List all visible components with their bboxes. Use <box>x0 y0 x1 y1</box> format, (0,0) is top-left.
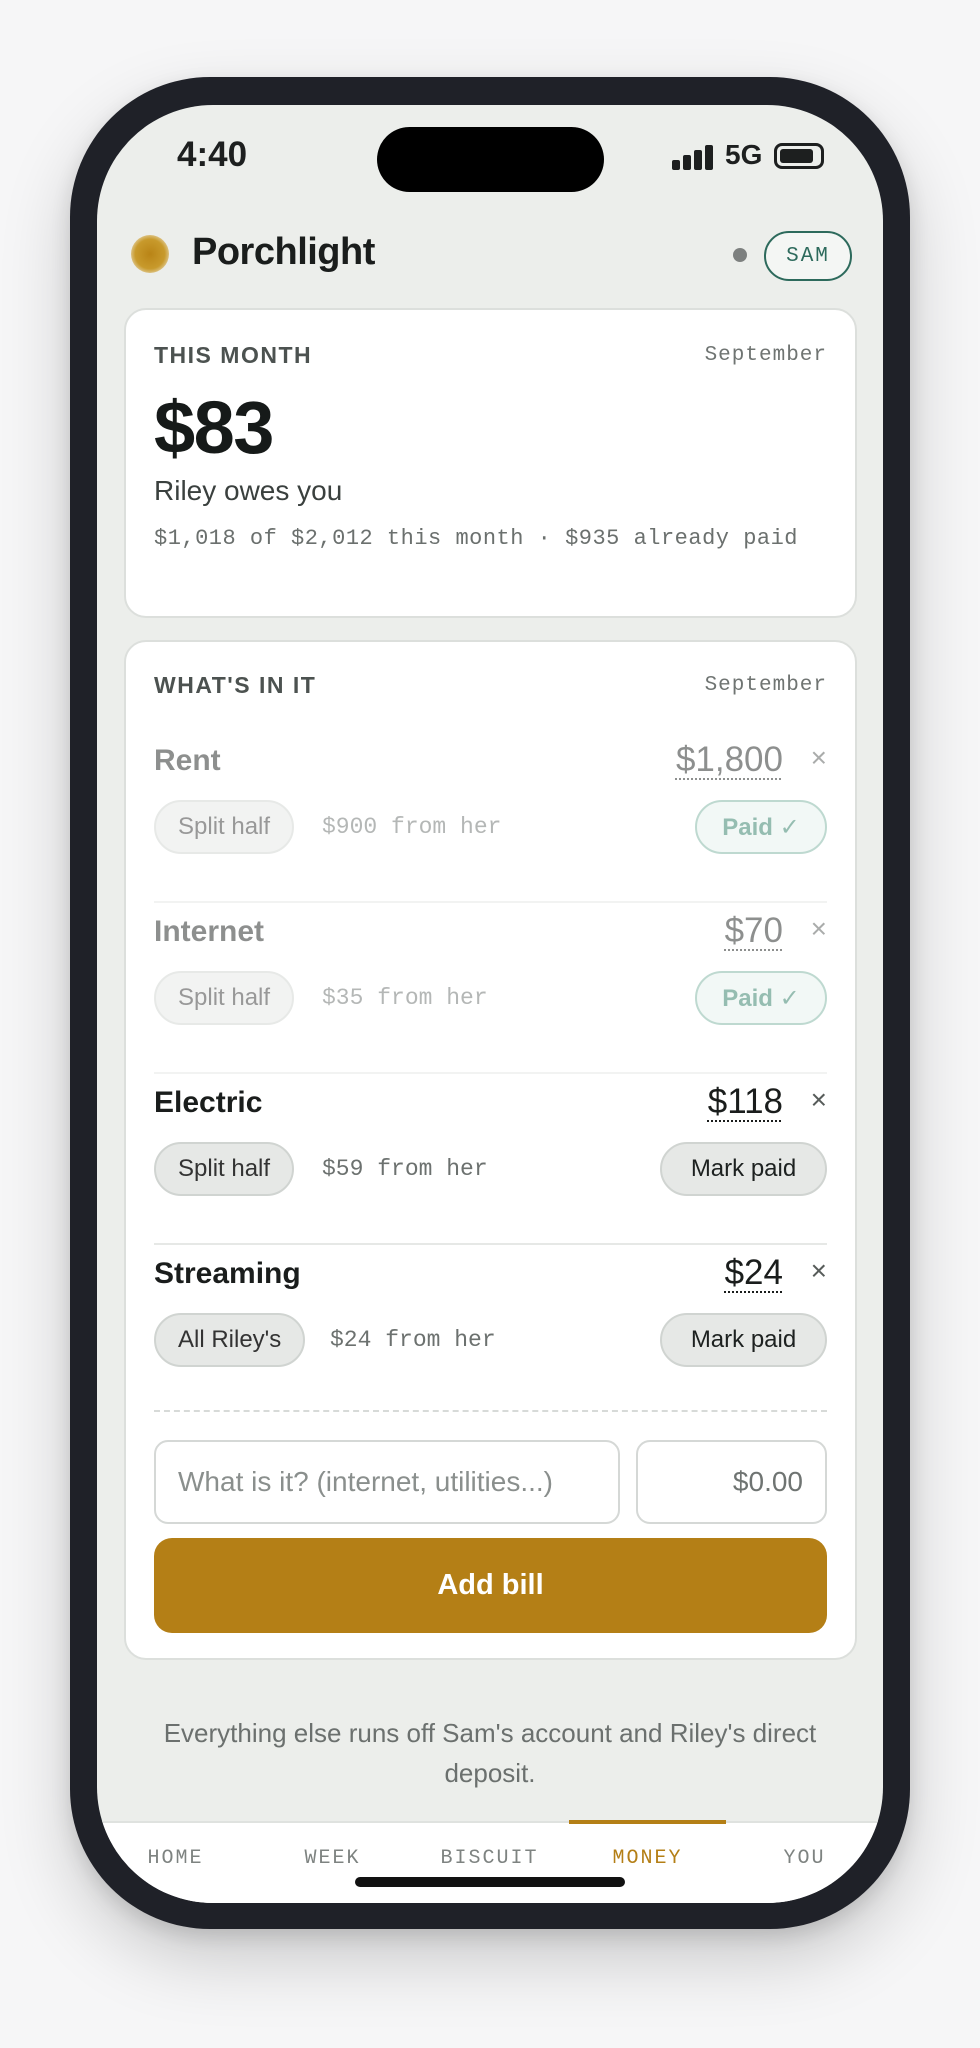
presence-dot-icon <box>733 248 747 262</box>
split-chip[interactable]: Split half <box>154 1142 295 1196</box>
active-tab-indicator <box>569 1820 726 1824</box>
remove-bill-icon[interactable]: × <box>811 1255 827 1287</box>
tab-biscuit[interactable]: BISCUIT <box>411 1847 568 1870</box>
bill-share: $24 from her <box>330 1327 496 1353</box>
add-bill-button[interactable]: Add bill <box>154 1538 827 1633</box>
paid-button[interactable]: Paid ✓ <box>695 971 827 1025</box>
tab-you[interactable]: YOU <box>726 1847 883 1870</box>
app-title: Porchlight <box>192 231 375 273</box>
network-label: 5G <box>725 139 763 170</box>
split-chip[interactable]: Split half <box>154 800 295 854</box>
bills-eyebrow: WHAT'S IN IT <box>154 672 317 698</box>
mark-paid-button[interactable]: Mark paid <box>660 1142 827 1196</box>
bills-month: September <box>704 674 827 697</box>
tab-money[interactable]: MONEY <box>569 1847 726 1870</box>
home-indicator <box>355 1877 625 1887</box>
phone-screen: 4:40 5G Porchlight SAM THIS MONTH Septem… <box>97 105 883 1903</box>
bill-amount[interactable]: $70 <box>725 911 783 951</box>
bill-name: Electric <box>154 1086 263 1119</box>
bill-share: $35 from her <box>322 985 488 1011</box>
balance-detail: $1,018 of $2,012 this month · $935 alrea… <box>154 526 799 551</box>
bill-row: Electric $118 × Split half $59 from her … <box>154 1074 827 1245</box>
porchlight-logo-icon <box>131 235 169 273</box>
remove-bill-icon[interactable]: × <box>811 1084 827 1116</box>
bill-share: $900 from her <box>322 814 502 840</box>
mark-paid-button[interactable]: Mark paid <box>660 1313 827 1367</box>
split-chip[interactable]: Split half <box>154 971 295 1025</box>
bills-card: WHAT'S IN IT September Rent $1,800 × Spl… <box>124 640 857 1660</box>
bill-amount[interactable]: $1,800 <box>676 740 783 780</box>
bill-row: Rent $1,800 × Split half $900 from her P… <box>154 732 827 903</box>
balance-caption: Riley owes you <box>154 475 343 506</box>
dynamic-island <box>377 127 604 192</box>
bill-name-input[interactable]: What is it? (internet, utilities...) <box>154 1440 620 1524</box>
tab-week[interactable]: WEEK <box>254 1847 411 1870</box>
tab-home[interactable]: HOME <box>97 1847 254 1870</box>
remove-bill-icon[interactable]: × <box>811 913 827 945</box>
bill-name: Rent <box>154 744 221 777</box>
bill-name: Streaming <box>154 1257 301 1290</box>
bill-name: Internet <box>154 915 265 948</box>
divider <box>154 1410 827 1412</box>
status-time: 4:40 <box>177 135 248 174</box>
bill-row: Internet $70 × Split half $35 from her P… <box>154 903 827 1074</box>
bill-amount-input[interactable]: $0.00 <box>636 1440 827 1524</box>
balance-amount: $83 <box>154 386 274 469</box>
split-chip[interactable]: All Riley's <box>154 1313 306 1367</box>
bill-amount[interactable]: $118 <box>708 1082 783 1122</box>
this-month-card: THIS MONTH September $83 Riley owes you … <box>124 308 857 618</box>
tab-bar: HOME WEEK BISCUIT MONEY YOU <box>97 1820 883 1903</box>
bill-share: $59 from her <box>322 1156 488 1182</box>
summary-eyebrow: THIS MONTH <box>154 342 313 368</box>
user-switch-button[interactable]: SAM <box>764 231 852 281</box>
bill-amount[interactable]: $24 <box>725 1253 783 1293</box>
summary-month: September <box>704 344 827 367</box>
bill-row: Streaming $24 × All Riley's $24 from her… <box>154 1245 827 1416</box>
paid-button[interactable]: Paid ✓ <box>695 800 827 854</box>
remove-bill-icon[interactable]: × <box>811 742 827 774</box>
footer-note: Everything else runs off Sam's account a… <box>163 1718 817 1788</box>
battery-icon <box>774 143 824 169</box>
signal-icon <box>672 145 714 170</box>
